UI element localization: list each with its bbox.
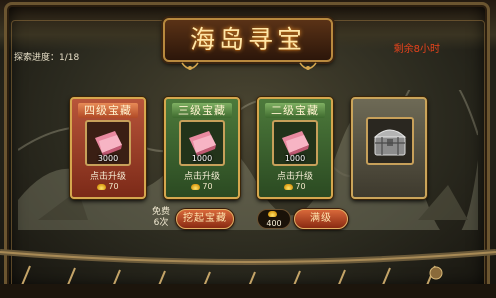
reward-slot[interactable]: 3000	[85, 120, 131, 166]
ornament-pendant-left	[181, 62, 199, 70]
upgrade-link[interactable]: 点击升级	[72, 169, 144, 182]
card-title: 二级宝藏	[265, 103, 325, 118]
reward-slot[interactable]: 1000	[272, 120, 318, 166]
page-title: 海岛寻宝	[189, 25, 306, 54]
treasure-card-level2[interactable]: 二级宝藏 1000 点击升级 70	[257, 97, 333, 199]
cost-value: 70	[295, 182, 306, 191]
ship-rope-railing	[0, 249, 496, 298]
reward-quantity: 1000	[284, 154, 306, 163]
max-level-button[interactable]: 满级	[294, 209, 348, 229]
free-label-line1: 免费	[151, 207, 170, 217]
reward-slot[interactable]: 1000	[179, 120, 225, 166]
upgrade-cost: 70	[72, 182, 144, 191]
treasure-card-level4[interactable]: 四级宝藏 3000 点击升级 70	[70, 97, 146, 199]
gold-ingot-icon	[284, 183, 294, 190]
dig-treasure-button[interactable]: 挖起宝藏	[176, 209, 234, 229]
gold-ingot-icon	[191, 183, 201, 190]
ornament-pendant-right	[299, 62, 317, 70]
upgrade-link[interactable]: 点击升级	[259, 169, 331, 182]
title-plate: 海岛寻宝	[163, 18, 333, 62]
cost-value: 70	[108, 182, 119, 191]
treasure-hunt-panel: 海岛寻宝 探索进度：1/18 剩余8小时 四级宝藏 3000 点击升级 70 三…	[0, 0, 496, 298]
treasure-card-chest[interactable]	[351, 97, 427, 199]
treasure-card-level3[interactable]: 三级宝藏 1000 点击升级 70	[164, 97, 240, 199]
upgrade-cost: 70	[166, 182, 238, 191]
exploration-progress: 探索进度：1/18	[14, 53, 80, 63]
max-level-cost-value: 400	[266, 219, 282, 228]
chest-slot[interactable]	[366, 117, 414, 165]
treasure-chest-icon	[373, 129, 407, 156]
free-digs-label: 免费 6次	[148, 207, 174, 229]
reward-quantity: 3000	[97, 154, 119, 163]
reward-quantity: 1000	[191, 154, 213, 163]
upgrade-cost: 70	[259, 182, 331, 191]
upgrade-link[interactable]: 点击升级	[166, 169, 238, 182]
max-level-cost: 400	[257, 209, 291, 229]
free-label-line2: 6次	[153, 218, 169, 228]
gold-ingot-icon	[268, 211, 277, 217]
card-title: 四级宝藏	[78, 103, 138, 118]
cost-value: 70	[202, 182, 213, 191]
time-remaining: 剩余8小时	[393, 44, 440, 55]
card-title: 三级宝藏	[172, 103, 232, 118]
gold-ingot-icon	[97, 183, 107, 190]
